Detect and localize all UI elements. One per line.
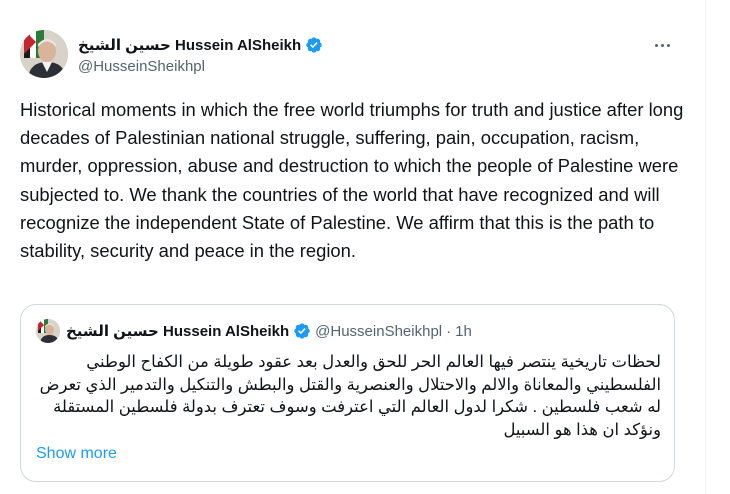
- quoted-text: لحظات تاريخية ينتصر فيها العالم الحر للح…: [39, 353, 661, 439]
- quoted-timestamp[interactable]: 1h: [455, 323, 472, 340]
- more-horizontal-icon: [654, 43, 658, 47]
- author-avatar[interactable]: [20, 30, 68, 78]
- avatar-image: [20, 30, 68, 78]
- more-options-button[interactable]: [650, 33, 674, 57]
- separator-dot: ·: [446, 322, 452, 340]
- show-more-link[interactable]: Show more: [36, 445, 117, 463]
- right-sidebar-edge: [706, 0, 730, 494]
- tweet-text: Historical moments in which the free wor…: [20, 99, 684, 262]
- quoted-author-avatar[interactable]: [36, 319, 60, 343]
- quoted-header: حسين الشيخ Hussein AlSheikh @HusseinShei…: [66, 320, 662, 342]
- author-display-name[interactable]: حسين الشيخ Hussein AlSheikh: [78, 36, 301, 54]
- verified-badge-icon: [306, 37, 322, 53]
- quoted-tweet[interactable]: حسين الشيخ Hussein AlSheikh @HusseinShei…: [20, 304, 675, 482]
- tweet-header: حسين الشيخ Hussein AlSheikh @HusseinShei…: [78, 34, 665, 78]
- quoted-handle[interactable]: @HusseinSheikhpl: [315, 323, 442, 340]
- author-handle[interactable]: @HusseinSheikhpl: [78, 58, 665, 78]
- verified-badge-icon: [294, 323, 310, 339]
- quoted-display-name[interactable]: حسين الشيخ Hussein AlSheikh: [66, 322, 289, 340]
- tweet-card[interactable]: حسين الشيخ Hussein AlSheikh @HusseinShei…: [0, 0, 705, 494]
- quoted-avatar-image: [36, 319, 60, 343]
- author-name-row: حسين الشيخ Hussein AlSheikh: [78, 34, 665, 56]
